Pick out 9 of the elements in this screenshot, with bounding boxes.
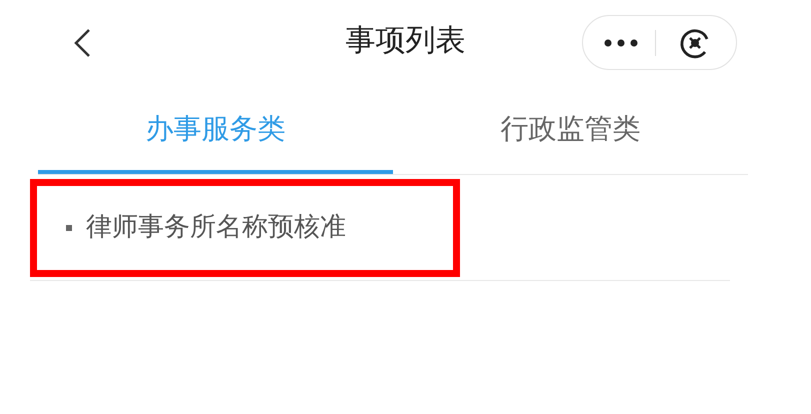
tab[interactable]: 办事服务类: [146, 106, 286, 152]
back-icon[interactable]: [72, 28, 92, 58]
bullet-icon: [66, 224, 72, 230]
tab[interactable]: 行政监管类: [500, 106, 640, 152]
highlight-frame[interactable]: 律师事务所名称预核准: [30, 178, 460, 276]
close-icon[interactable]: [679, 26, 711, 58]
item-label: 律师事务所名称预核准: [86, 211, 346, 244]
page-title: 事项列表: [346, 22, 466, 60]
more-icon[interactable]: [604, 38, 638, 46]
